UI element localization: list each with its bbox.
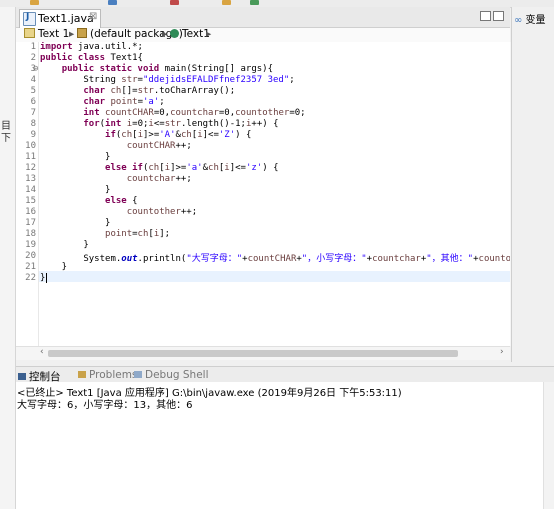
debug-shell-icon [134, 371, 142, 378]
code-line: } [40, 262, 68, 272]
problems-icon [78, 371, 86, 378]
breadcrumb: Text 1 ▸ (default package) ▸ Text1 ▸ [16, 28, 510, 42]
line-number: 21 [25, 262, 36, 272]
code-line: } [40, 185, 111, 195]
line-number: 16 [25, 207, 36, 217]
line-number: 4 [30, 75, 36, 85]
code-line: point=ch[i]; [105, 229, 171, 239]
line-number: 9 [30, 130, 36, 140]
breadcrumb-class[interactable]: Text1 [170, 28, 210, 40]
code-line: else { [105, 196, 138, 206]
code-line: int countCHAR=0,countchar=0,countother=0… [83, 108, 306, 118]
console-vertical-scrollbar[interactable] [543, 382, 554, 509]
tab-debug-shell[interactable]: Debug Shell [134, 369, 208, 381]
current-line-highlight [39, 271, 510, 282]
scroll-left-icon[interactable]: ‹ [40, 347, 44, 357]
line-number: 19 [25, 240, 36, 250]
toolbar-icon[interactable] [30, 0, 39, 5]
console-output-line: 大写字母：6，小写字母：13，其他：6 [17, 400, 193, 411]
code-line: } [40, 240, 89, 250]
code-line: if(ch[i]>='A'&ch[i]<='Z') { [105, 130, 252, 140]
left-view-strip: 目 下 [0, 7, 16, 509]
line-number: 18 [25, 229, 36, 239]
toolbar-icon[interactable] [222, 0, 231, 5]
line-number: 15 [25, 196, 36, 206]
toolbar-icon[interactable] [250, 0, 259, 5]
scrollbar-thumb[interactable] [48, 350, 458, 357]
code-line: import java.util.*; [40, 42, 143, 52]
minimize-icon[interactable] [480, 11, 491, 21]
editor-tab-bar: Text1.java ⊠ [16, 7, 510, 28]
code-line: else if(ch[i]>='a'&ch[i]<='z') { [105, 163, 279, 173]
line-number: 2 [30, 53, 36, 63]
tab-variables[interactable]: ∞ 变量 [514, 11, 546, 26]
code-line: } [40, 273, 46, 283]
code-editor[interactable]: 1 2 3 ⊖ 4 5 6 7 8 9 10 11 12 13 14 15 16… [16, 42, 510, 346]
breadcrumb-project[interactable]: Text 1 [24, 28, 69, 40]
line-number: 12 [25, 163, 36, 173]
line-number: 20 [25, 251, 36, 261]
code-line: char point='a'; [83, 97, 165, 107]
code-line: String str="ddejidsEFALDFfnef2357 3ed"; [40, 75, 295, 85]
line-number: 22 [25, 273, 36, 283]
code-line: char ch[]=str.toCharArray(); [83, 86, 236, 96]
code-line: } [40, 218, 111, 228]
editor-tab-label: Text1.java [38, 12, 94, 25]
toolbar-icon[interactable] [108, 0, 117, 5]
line-number: 7 [30, 108, 36, 118]
horizontal-scrollbar[interactable]: ‹ › [16, 346, 510, 360]
console-icon [18, 373, 26, 380]
left-strip-char: 下 [1, 133, 11, 144]
code-line: } [40, 152, 111, 162]
package-icon [77, 28, 87, 38]
text-caret [46, 273, 47, 283]
project-icon [24, 28, 35, 38]
console-output-area[interactable]: <已终止> Text1 [Java 应用程序] G:\bin\javaw.exe… [16, 382, 554, 509]
breadcrumb-separator: ▸ [162, 28, 168, 40]
line-number: 5 [30, 86, 36, 96]
line-number: 10 [25, 141, 36, 151]
code-line: countother++; [126, 207, 198, 217]
maximize-icon[interactable] [493, 11, 504, 21]
editor-tab-text1[interactable]: Text1.java ⊠ [19, 9, 101, 28]
line-number: 6 [30, 97, 36, 107]
line-number: 1 [30, 42, 36, 52]
line-number: 17 [25, 218, 36, 228]
close-icon[interactable]: ⊠ [89, 11, 97, 22]
toolbar-icon[interactable] [170, 0, 179, 5]
window-controls [480, 10, 506, 22]
breadcrumb-separator: ▸ [206, 28, 212, 40]
scroll-right-icon[interactable]: › [500, 347, 504, 357]
line-number: 13 [25, 174, 36, 184]
line-number: 8 [30, 119, 36, 129]
line-number: 11 [25, 152, 36, 162]
code-line: countCHAR++; [126, 141, 192, 151]
code-line: for(int i=0;i<=str.length()-1;i++) { [83, 119, 279, 129]
fold-icon[interactable]: ⊖ [33, 64, 38, 74]
variables-panel: ∞ 变量 [511, 7, 554, 362]
code-line: public class Text1{ [40, 53, 143, 63]
line-number: 14 [25, 185, 36, 195]
class-icon [170, 29, 179, 38]
code-line: public static void main(String[] args){ [61, 64, 274, 74]
java-file-icon [23, 12, 36, 26]
code-line: countchar++; [126, 174, 192, 184]
breadcrumb-separator: ▸ [69, 28, 75, 40]
code-line: System.out.println("大写字母："+countCHAR+"，小… [40, 254, 510, 264]
tab-problems[interactable]: Problems [78, 369, 137, 381]
